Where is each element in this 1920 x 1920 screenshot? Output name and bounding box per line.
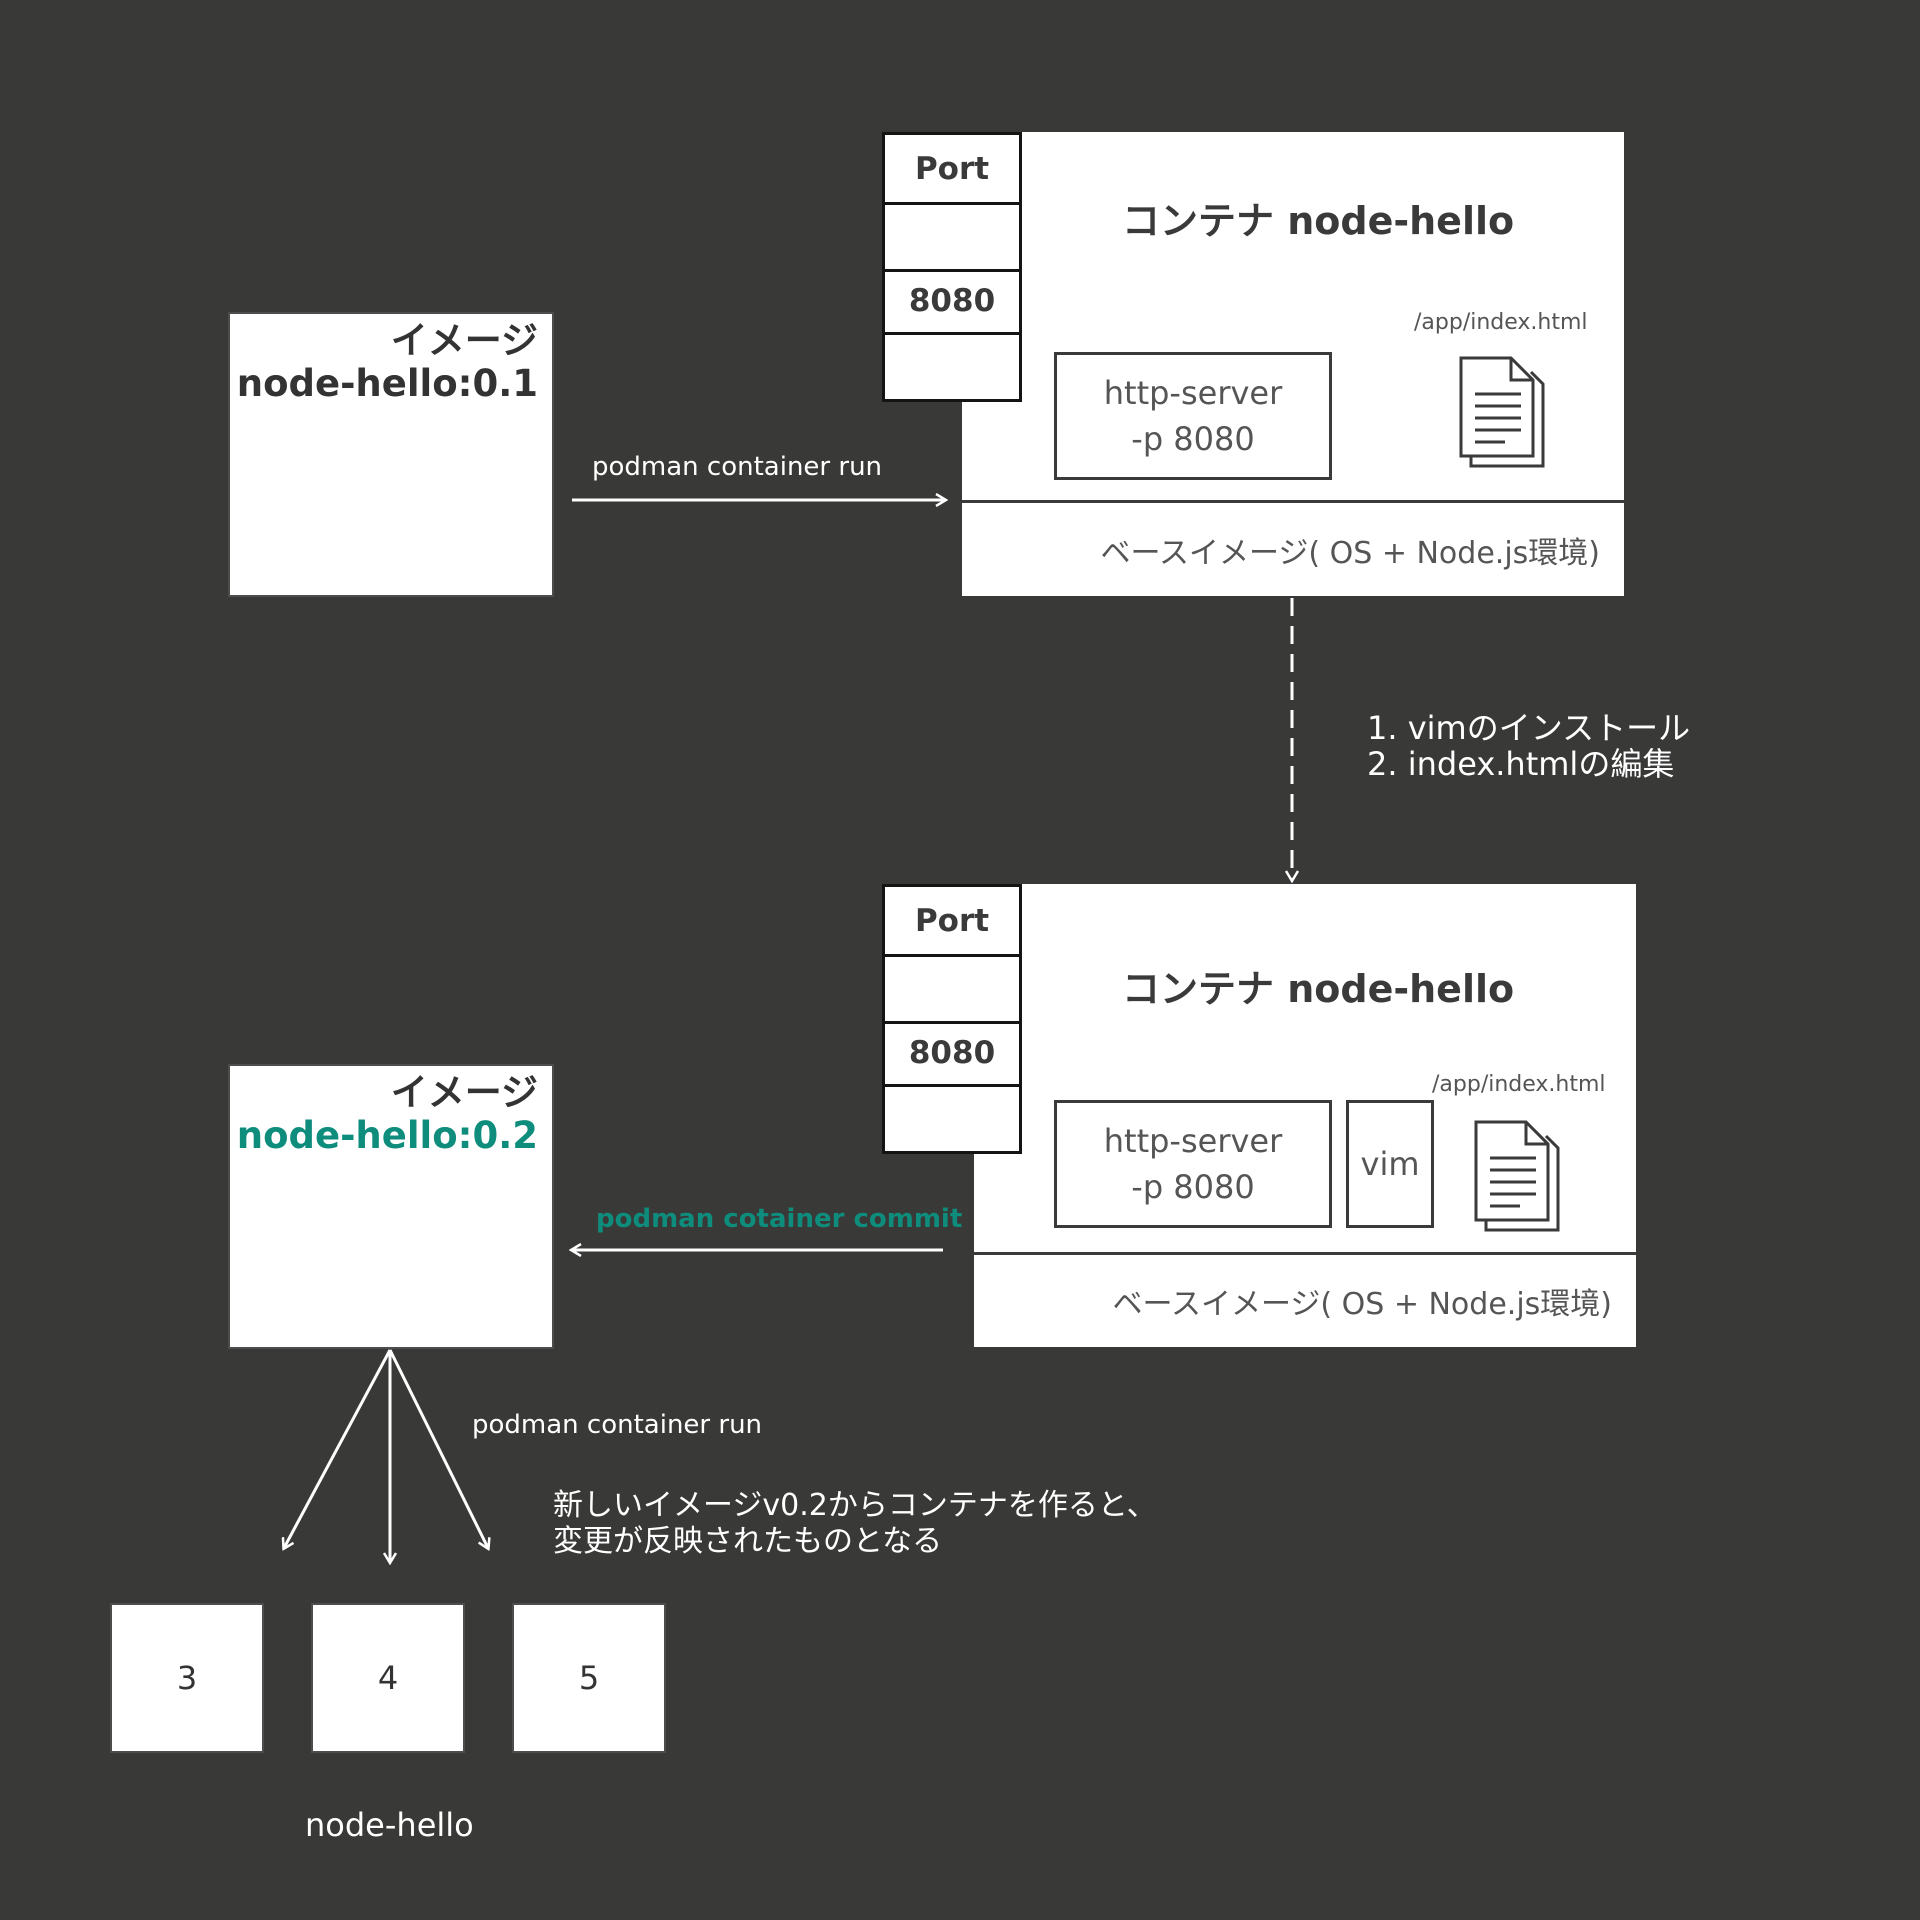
new-containers-caption: node-hello — [305, 1806, 474, 1844]
port-column-top: Port 8080 — [882, 132, 1022, 402]
port-slot-empty — [885, 1084, 1019, 1151]
new-container-4: 4 — [311, 1603, 465, 1753]
image-v02-box: イメージ node-hello:0.2 — [228, 1064, 554, 1349]
document-icon — [1474, 1120, 1560, 1232]
run-command-label: podman container run — [472, 1410, 763, 1440]
document-icon — [1459, 356, 1545, 468]
port-value: 8080 — [885, 269, 1019, 335]
image-v01-box: イメージ node-hello:0.1 — [228, 312, 554, 597]
base-image-layer: ベースイメージ( OS + Node.js環境) — [962, 500, 1624, 596]
run-command-label: podman container run — [592, 452, 883, 482]
image-v01-label: イメージ node-hello:0.1 — [236, 319, 538, 405]
container-top-title: コンテナ node-hello — [1122, 199, 1515, 243]
vim-process: vim — [1346, 1100, 1434, 1228]
file-path-label: /app/index.html — [1414, 310, 1588, 335]
http-server-process: http-server -p 8080 — [1054, 1100, 1332, 1228]
container-bottom-title: コンテナ node-hello — [1122, 967, 1515, 1011]
commit-command-label: podman cotainer commit — [596, 1204, 963, 1234]
port-column-bottom: Port 8080 — [882, 884, 1022, 1154]
port-header: Port — [885, 135, 1019, 205]
container-bottom: コンテナ node-hello /app/index.html http-ser… — [974, 884, 1636, 1347]
run-arrow-right — [388, 1349, 488, 1548]
new-container-5: 5 — [512, 1603, 666, 1753]
port-slot-empty — [885, 202, 1019, 272]
port-value: 8080 — [885, 1021, 1019, 1087]
http-server-process: http-server -p 8080 — [1054, 352, 1332, 480]
port-slot-empty — [885, 332, 1019, 399]
explanation-note: 新しいイメージv0.2からコンテナを作ると、 変更が反映されたものとなる — [553, 1488, 1157, 1559]
run-arrow-left — [284, 1349, 392, 1548]
file-path-label: /app/index.html — [1432, 1072, 1606, 1097]
base-image-layer: ベースイメージ( OS + Node.js環境) — [974, 1252, 1636, 1347]
new-container-3: 3 — [110, 1603, 264, 1753]
container-top: コンテナ node-hello /app/index.html http-ser… — [962, 132, 1624, 596]
port-header: Port — [885, 887, 1019, 957]
modification-steps: 1. vimのインストール 2. index.htmlの編集 — [1367, 709, 1691, 783]
image-v02-label: イメージ node-hello:0.2 — [236, 1071, 538, 1157]
port-slot-empty — [885, 954, 1019, 1024]
